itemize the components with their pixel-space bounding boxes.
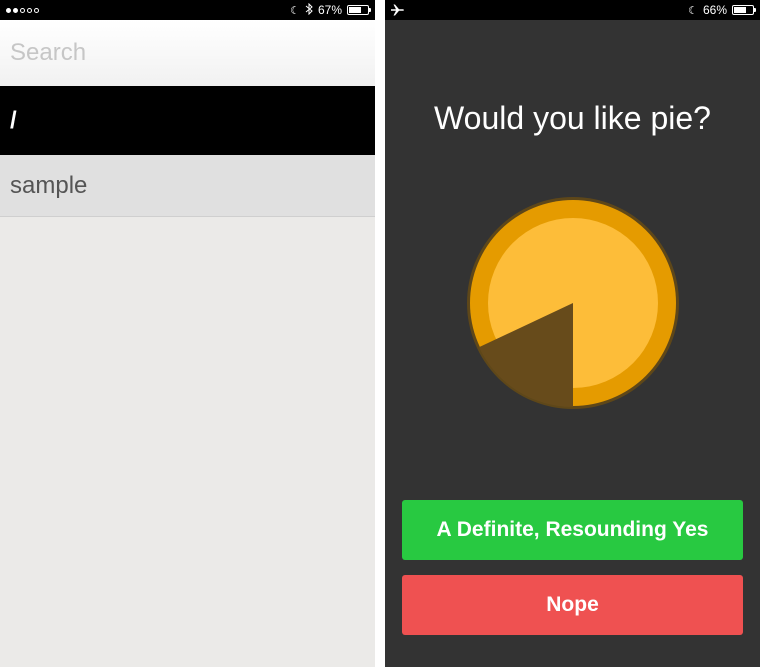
list-item-label: sample bbox=[10, 171, 88, 199]
question-title: Would you like pie? bbox=[434, 100, 711, 136]
search-input[interactable] bbox=[0, 20, 375, 86]
search-bar bbox=[0, 20, 375, 86]
moon-icon: ☾ bbox=[688, 4, 698, 17]
file-browser-screen: ☾ 67% / sample bbox=[0, 0, 375, 667]
list-item-sample[interactable]: sample bbox=[0, 155, 375, 217]
pie-question-screen: ☾ 66% Would you like pie? A Definite, Re… bbox=[385, 0, 760, 667]
battery-icon bbox=[732, 5, 756, 15]
battery-percent: 67% bbox=[317, 3, 342, 17]
signal-strength-icon bbox=[6, 0, 39, 20]
list-item-root[interactable]: / bbox=[0, 86, 375, 155]
battery-percent: 66% bbox=[702, 3, 727, 17]
yes-button[interactable]: A Definite, Resounding Yes bbox=[402, 500, 743, 560]
status-bar: ☾ 66% bbox=[385, 0, 760, 20]
battery-icon bbox=[347, 5, 371, 15]
pie-icon bbox=[467, 197, 679, 409]
list-item-label: / bbox=[10, 106, 17, 134]
airplane-icon bbox=[391, 0, 405, 20]
moon-icon: ☾ bbox=[290, 4, 300, 17]
bluetooth-icon bbox=[305, 2, 313, 18]
no-button[interactable]: Nope bbox=[402, 575, 743, 635]
status-bar: ☾ 67% bbox=[0, 0, 375, 20]
